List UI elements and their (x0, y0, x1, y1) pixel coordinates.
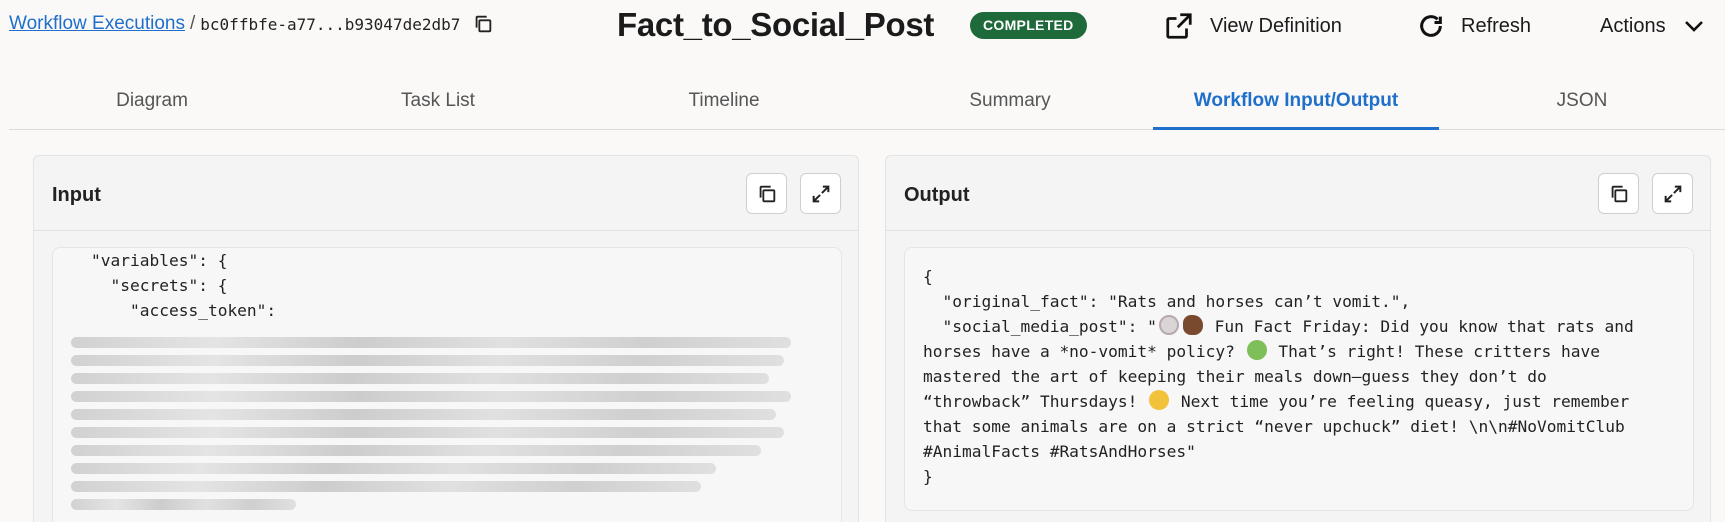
expand-icon (1664, 185, 1681, 202)
code-line-text: That’s right! These critters have (1268, 342, 1600, 361)
expand-output-button[interactable] (1652, 173, 1693, 214)
code-line-text: Next time you’re feeling queasy, just re… (1171, 392, 1630, 411)
nauseated-face-emoji-icon (1246, 340, 1267, 360)
rat-emoji-icon (1158, 315, 1179, 335)
copy-icon (759, 185, 775, 202)
page-title: Fact_to_Social_Post (617, 6, 935, 43)
input-panel: Input "variables": { "secrets": { "acces… (33, 155, 859, 522)
expand-icon (812, 185, 829, 202)
copy-output-button[interactable] (1598, 173, 1639, 214)
copy-input-button[interactable] (746, 173, 787, 214)
expand-input-button[interactable] (800, 173, 841, 214)
output-code-viewer[interactable]: { "original_fact": "Rats and horses can’… (904, 247, 1694, 511)
open-external-icon (1166, 13, 1192, 39)
code-line: horses have a *no-vomit* policy? That’s … (923, 339, 1675, 364)
code-line: "variables": { (91, 251, 228, 270)
refresh-button[interactable]: Refresh (1417, 8, 1531, 44)
execution-id: bc0ffbfe-a77...b93047de2db7 (200, 14, 461, 34)
breadcrumb: Workflow Executions / bc0ffbfe-a77...b93… (9, 13, 494, 35)
copy-icon (1611, 185, 1627, 202)
copy-id-icon[interactable] (472, 13, 494, 35)
actions-label: Actions (1600, 14, 1666, 37)
code-line-text: "social_media_post": " (923, 317, 1157, 336)
tab-task-list[interactable]: Task List (295, 72, 581, 129)
laughing-face-emoji-icon (1149, 390, 1170, 410)
output-panel: Output { "original_fact": "Rats and hors… (885, 155, 1711, 522)
header: Workflow Executions / bc0ffbfe-a77...b93… (0, 0, 1725, 56)
view-definition-label: View Definition (1210, 14, 1342, 37)
refresh-label: Refresh (1461, 14, 1532, 37)
code-line: "social_media_post": " Fun Fact Friday: … (923, 314, 1675, 339)
panel-divider (34, 230, 858, 231)
code-line-text: Fun Fact Friday: Did you know that rats … (1204, 317, 1634, 336)
status-badge: COMPLETED (970, 12, 1087, 39)
actions-menu-button[interactable]: Actions (1600, 8, 1704, 44)
tab-bar: Diagram Task List Timeline Summary Workf… (9, 72, 1725, 130)
redacted-token (71, 330, 821, 522)
breadcrumb-workflow-executions-link[interactable]: Workflow Executions (9, 13, 185, 35)
code-line-text: horses have a *no-vomit* policy? (923, 342, 1245, 361)
code-line: mastered the art of keeping their meals … (923, 367, 1547, 386)
code-line: “throwback” Thursdays! Next time you’re … (923, 389, 1675, 414)
output-panel-title: Output (904, 184, 970, 206)
tab-json[interactable]: JSON (1439, 72, 1725, 129)
code-line: "original_fact": "Rats and horses can’t … (923, 292, 1411, 311)
panel-divider (886, 230, 1710, 231)
code-line: #AnimalFacts #RatsAndHorses" (923, 442, 1196, 461)
chevron-down-icon (1684, 21, 1703, 32)
input-panel-title: Input (52, 184, 101, 206)
code-line: { (923, 267, 933, 286)
input-code-viewer[interactable]: "variables": { "secrets": { "access_toke… (52, 247, 842, 522)
view-definition-button[interactable]: View Definition (1164, 8, 1342, 44)
tab-summary[interactable]: Summary (867, 72, 1153, 129)
tab-diagram[interactable]: Diagram (9, 72, 295, 129)
code-line: "access_token": (91, 301, 277, 320)
code-line: } (923, 467, 933, 486)
code-line-text: “throwback” Thursdays! (923, 392, 1148, 411)
code-line: "secrets": { (91, 276, 228, 295)
refresh-icon (1420, 15, 1442, 37)
tab-timeline[interactable]: Timeline (581, 72, 867, 129)
horse-emoji-icon (1182, 315, 1203, 335)
code-line: that some animals are on a strict “never… (923, 417, 1625, 436)
breadcrumb-separator: / (190, 13, 196, 34)
tab-workflow-input-output[interactable]: Workflow Input/Output (1153, 72, 1439, 130)
